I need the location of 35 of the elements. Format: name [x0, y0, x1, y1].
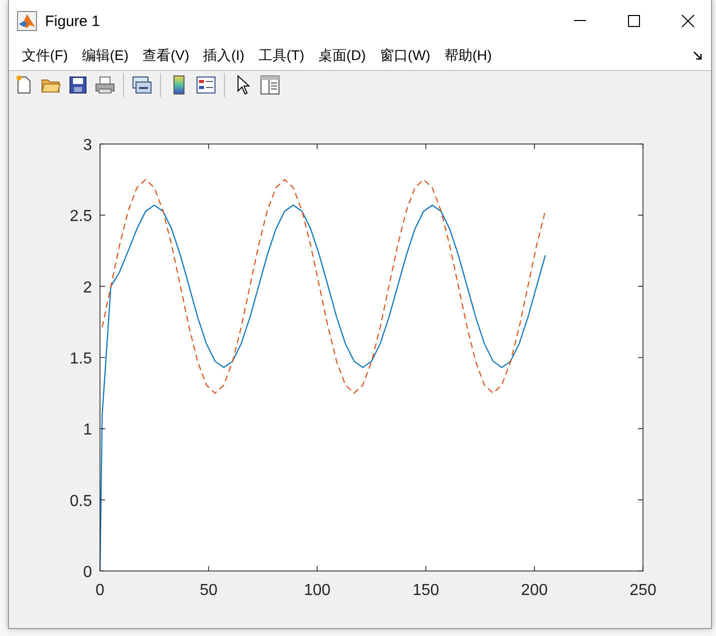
x-tick-label: 0 [96, 582, 104, 599]
x-tick-label: 250 [630, 582, 656, 599]
y-tick-label: 2.5 [70, 208, 92, 226]
legend-icon [196, 76, 216, 94]
x-tick-label: 100 [304, 582, 331, 599]
dock-arrow-icon[interactable] [693, 50, 703, 61]
menu-item[interactable]: 窗口(W) [374, 44, 436, 67]
y-tick-label: 0.5 [70, 492, 92, 510]
menu-item[interactable]: 编辑(E) [76, 44, 134, 67]
y-tick-label: 2 [83, 279, 92, 296]
x-tick-label: 150 [412, 582, 440, 599]
app-logo-icon [17, 11, 37, 31]
menu-item[interactable]: 桌面(D) [313, 44, 371, 67]
minimize-icon [574, 20, 586, 22]
close-icon [681, 14, 695, 28]
panel-icon [260, 75, 280, 96]
new-file-icon [15, 75, 33, 96]
y-tick-label: 1.5 [70, 350, 92, 368]
y-tick-label: 0 [83, 564, 92, 581]
window-title: Figure 1 [45, 12, 102, 30]
printer-icon [95, 76, 115, 94]
menu-item[interactable]: 插入(I) [198, 44, 250, 67]
y-tick-label: 3 [83, 137, 92, 154]
windows-link-icon [132, 75, 152, 96]
menu-item[interactable]: 文件(F) [17, 44, 73, 67]
y-tick-label: 1 [83, 422, 92, 439]
x-tick-label: 50 [200, 582, 218, 599]
pointer-icon [236, 75, 250, 96]
panel-button[interactable] [258, 73, 282, 98]
menu-item[interactable]: 查看(V) [138, 44, 194, 67]
menu-item[interactable]: 帮助(H) [439, 44, 497, 67]
x-tick-label: 200 [521, 582, 548, 599]
maximize-icon [628, 15, 640, 27]
colorbar-icon [173, 75, 185, 96]
menu-item[interactable]: 工具(T) [253, 44, 310, 67]
